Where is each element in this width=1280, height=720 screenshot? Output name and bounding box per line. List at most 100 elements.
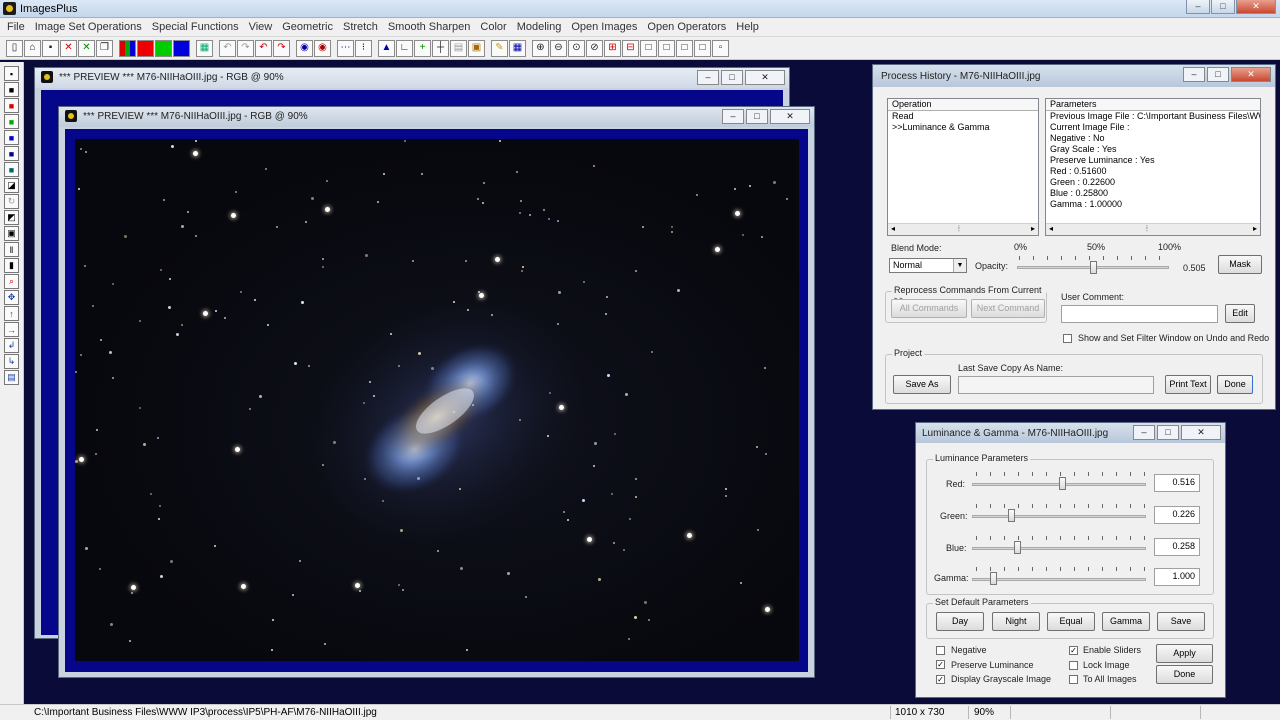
ph-done-button[interactable]: Done xyxy=(1217,375,1253,394)
copy-icon[interactable]: ❐ xyxy=(96,39,113,57)
menu-open-images[interactable]: Open Images xyxy=(566,21,642,33)
green-slider-thumb[interactable] xyxy=(1008,509,1016,522)
preview-front-titlebar[interactable]: *** PREVIEW *** M76-NIIHaOIII.jpg - RGB … xyxy=(59,107,814,127)
save-icon[interactable]: ▪ xyxy=(42,39,59,57)
process-history-titlebar[interactable]: Process History - M76-NIIHaOIII.jpg – □ … xyxy=(873,65,1275,87)
menu-image-set-operations[interactable]: Image Set Operations xyxy=(30,21,147,33)
blue-value-input[interactable]: 0.258 xyxy=(1154,538,1200,556)
gamma-value-input[interactable]: 1.000 xyxy=(1154,568,1200,586)
astro-image[interactable] xyxy=(75,139,799,661)
blue-slider-track[interactable] xyxy=(972,547,1146,550)
maximize-button[interactable]: □ xyxy=(1211,0,1235,14)
save-defaults-button[interactable]: Save xyxy=(1157,612,1205,631)
opacity-slider-thumb[interactable] xyxy=(1089,261,1097,274)
turn-down-icon[interactable]: ↳ xyxy=(4,354,19,369)
show-filter-checkbox[interactable] xyxy=(1063,334,1072,343)
undo-all-icon[interactable]: ↶ xyxy=(255,39,272,57)
align-icon[interactable]: ‖ xyxy=(4,242,19,257)
turn-left-icon[interactable]: ↲ xyxy=(4,338,19,353)
blend-mode-select[interactable]: Normal ▼ xyxy=(889,258,967,273)
close-button[interactable]: ✕ xyxy=(1236,0,1276,14)
table-icon[interactable]: ▤ xyxy=(450,39,467,57)
parameters-scrollbar[interactable]: ◂ ⦙ ▸ xyxy=(1046,223,1260,235)
luminance-gamma-titlebar[interactable]: Luminance & Gamma - M76-NIIHaOIII.jpg – … xyxy=(916,423,1225,443)
mosaic-icon[interactable]: ▦ xyxy=(509,39,526,57)
green-channel-icon[interactable] xyxy=(155,39,172,57)
cyan-square-icon[interactable]: ■ xyxy=(4,146,19,161)
zoom-in-icon[interactable]: ⊕ xyxy=(532,39,549,57)
lg-close-button[interactable]: ✕ xyxy=(1181,425,1221,440)
green-slider-track[interactable] xyxy=(972,515,1146,518)
preserve-luminance-checkbox[interactable]: ✓ xyxy=(936,660,945,669)
blue-channel-icon[interactable] xyxy=(173,39,190,57)
subtract-icon[interactable]: ⊟ xyxy=(622,39,639,57)
preview-window-front[interactable]: *** PREVIEW *** M76-NIIHaOIII.jpg - RGB … xyxy=(58,106,815,678)
teal-square-icon[interactable]: ■ xyxy=(4,162,19,177)
gamma-button[interactable]: Gamma xyxy=(1102,612,1150,631)
levels-icon[interactable]: ∟ xyxy=(396,39,413,57)
gradient-icon[interactable]: ◩ xyxy=(4,210,19,225)
day-button[interactable]: Day xyxy=(936,612,984,631)
redo-all-icon[interactable]: ↷ xyxy=(273,39,290,57)
open-folder-icon[interactable]: ⌂ xyxy=(24,39,41,57)
menu-file[interactable]: File xyxy=(2,21,30,33)
preview-back-minimize-button[interactable]: – xyxy=(697,70,719,85)
frame-3-icon[interactable]: □ xyxy=(676,39,693,57)
gamma-slider-track[interactable] xyxy=(972,578,1146,581)
red-square-icon[interactable]: ■ xyxy=(4,98,19,113)
save-small-icon[interactable]: ▪ xyxy=(4,66,19,81)
green-value-input[interactable]: 0.226 xyxy=(1154,506,1200,524)
operation-header[interactable]: Operation xyxy=(888,99,1038,111)
points-icon[interactable]: ⁝ xyxy=(355,39,372,57)
negative-checkbox[interactable] xyxy=(936,646,945,655)
frame-4-icon[interactable]: □ xyxy=(694,39,711,57)
preview-front-maximize-button[interactable]: □ xyxy=(746,109,768,124)
blue-square-icon[interactable]: ■ xyxy=(4,130,19,145)
menu-view[interactable]: View xyxy=(244,21,278,33)
red-channel-icon[interactable] xyxy=(137,39,154,57)
ph-maximize-button[interactable]: □ xyxy=(1207,67,1229,82)
preview-front-close-button[interactable]: ✕ xyxy=(770,109,810,124)
ph-close-button[interactable]: ✕ xyxy=(1231,67,1271,82)
frame-5-icon[interactable]: ▫ xyxy=(712,39,729,57)
redo-icon[interactable]: ↷ xyxy=(237,39,254,57)
preview-back-maximize-button[interactable]: □ xyxy=(721,70,743,85)
parameters-list[interactable]: Parameters Previous Image File : C:\Impo… xyxy=(1045,98,1261,236)
user-comment-input[interactable] xyxy=(1061,305,1218,323)
record-icon[interactable]: ◉ xyxy=(296,39,313,57)
menu-geometric[interactable]: Geometric xyxy=(277,21,338,33)
menu-help[interactable]: Help xyxy=(731,21,764,33)
menu-special-functions[interactable]: Special Functions xyxy=(147,21,244,33)
all-commands-button[interactable]: All Commands xyxy=(891,299,967,318)
lg-minimize-button[interactable]: – xyxy=(1133,425,1155,440)
red-slider-thumb[interactable] xyxy=(1058,477,1066,490)
stop-record-icon[interactable]: ◉ xyxy=(314,39,331,57)
stack-icon[interactable]: ▤ xyxy=(4,370,19,385)
lg-maximize-button[interactable]: □ xyxy=(1157,425,1179,440)
arrow-up-icon[interactable]: ↑ xyxy=(4,306,19,321)
undo-icon[interactable]: ↶ xyxy=(219,39,236,57)
menu-open-operators[interactable]: Open Operators xyxy=(642,21,731,33)
close-image-icon[interactable]: ✕ xyxy=(60,39,77,57)
frame-2-icon[interactable]: □ xyxy=(658,39,675,57)
minimize-button[interactable]: – xyxy=(1186,0,1210,14)
menu-stretch[interactable]: Stretch xyxy=(338,21,383,33)
to-all-images-checkbox[interactable] xyxy=(1069,675,1078,684)
cursor-icon[interactable]: ┼ xyxy=(432,39,449,57)
operation-item[interactable]: >>Luminance & Gamma xyxy=(888,122,1038,133)
bar-icon[interactable]: ▮ xyxy=(4,258,19,273)
enable-sliders-checkbox[interactable]: ✓ xyxy=(1069,646,1078,655)
lock-image-checkbox[interactable] xyxy=(1069,661,1078,670)
crosshair-icon[interactable]: + xyxy=(414,39,431,57)
menu-smooth-sharpen[interactable]: Smooth Sharpen xyxy=(383,21,476,33)
new-file-icon[interactable]: ▯ xyxy=(6,39,23,57)
grid-icon[interactable]: ▦ xyxy=(196,39,213,57)
rgb-channels-icon[interactable] xyxy=(119,39,136,57)
search-select-icon[interactable]: ⌕ xyxy=(4,274,19,289)
red-value-input[interactable]: 0.516 xyxy=(1154,474,1200,492)
display-grayscale-checkbox[interactable]: ✓ xyxy=(936,675,945,684)
zoom-fit-icon[interactable]: ⊙ xyxy=(568,39,585,57)
print-text-button[interactable]: Print Text xyxy=(1165,375,1211,394)
menu-color[interactable]: Color xyxy=(475,21,511,33)
pencil-icon[interactable]: ✎ xyxy=(491,39,508,57)
